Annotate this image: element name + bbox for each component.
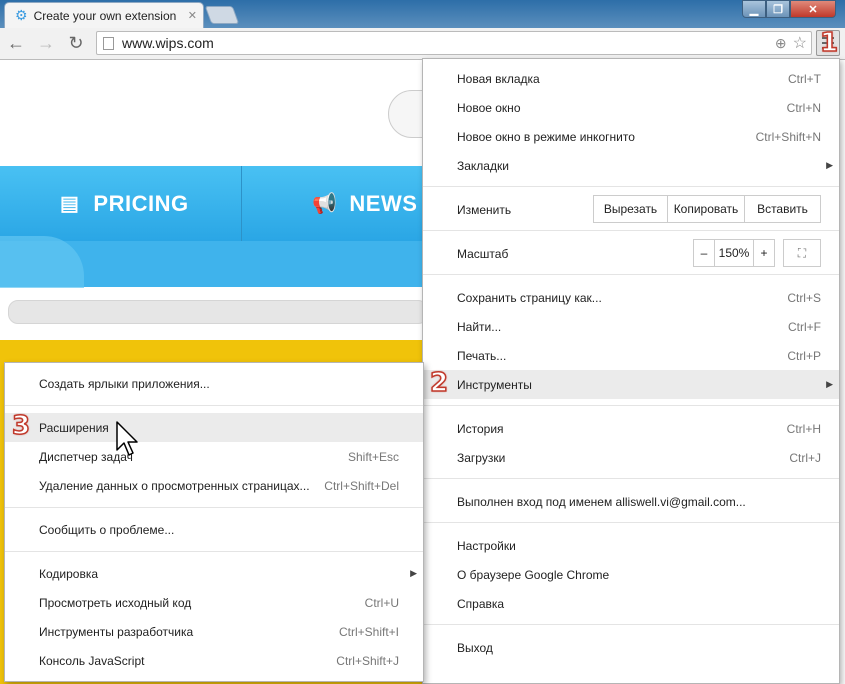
address-bar[interactable]: www.wips.com ⊕ ☆: [96, 31, 812, 55]
menu-divider: [423, 230, 839, 231]
menu-incognito[interactable]: Новое окно в режиме инкогнито Ctrl+Shift+…: [423, 122, 839, 151]
zoom-level: 150%: [714, 239, 754, 267]
submenu-extensions[interactable]: Расширения: [5, 413, 423, 442]
nav-pricing-label: PRICING: [93, 190, 189, 216]
megaphone-icon: 📢: [312, 193, 338, 215]
document-icon: ▤: [60, 193, 80, 215]
gear-icon: ⚙: [15, 7, 28, 23]
maximize-button[interactable]: ❐: [766, 0, 790, 18]
menu-about[interactable]: О браузере Google Chrome: [423, 560, 839, 589]
menu-find[interactable]: Найти... Ctrl+F: [423, 312, 839, 341]
menu-divider: [423, 274, 839, 275]
menu-history[interactable]: История Ctrl+H: [423, 414, 839, 443]
mouse-cursor-icon: [116, 421, 138, 456]
minimize-button[interactable]: ▁: [742, 0, 766, 18]
menu-print[interactable]: Печать... Ctrl+P: [423, 341, 839, 370]
menu-new-tab[interactable]: Новая вкладка Ctrl+T: [423, 64, 839, 93]
chevron-right-icon: ▶: [410, 568, 417, 578]
forward-button[interactable]: →: [34, 31, 58, 55]
nav-news[interactable]: 📢 NEWS: [312, 166, 417, 241]
menu-zoom-row: Масштаб – 150% + ⛶: [423, 239, 839, 268]
menu-save-page[interactable]: Сохранить страницу как... Ctrl+S: [423, 283, 839, 312]
menu-exit[interactable]: Выход: [423, 633, 839, 662]
menu-divider: [423, 478, 839, 479]
tools-submenu: Создать ярлыки приложения... Расширения …: [4, 362, 424, 682]
submenu-task-manager[interactable]: Диспетчер задач Shift+Esc: [5, 442, 423, 471]
submenu-js-console[interactable]: Консоль JavaScript Ctrl+Shift+J: [5, 646, 423, 675]
menu-divider: [5, 551, 423, 552]
menu-downloads[interactable]: Загрузки Ctrl+J: [423, 443, 839, 472]
tab-title: Create your own extension: [33, 8, 177, 23]
nav-news-label: NEWS: [349, 190, 418, 216]
menu-bookmarks[interactable]: Закладки ▶: [423, 151, 839, 180]
menu-help[interactable]: Справка: [423, 589, 839, 618]
menu-divider: [423, 405, 839, 406]
submenu-report-issue[interactable]: Сообщить о проблеме...: [5, 515, 423, 544]
copy-button[interactable]: Копировать: [667, 195, 745, 223]
progress-track: [8, 300, 428, 324]
step-2-badge: 2: [429, 367, 449, 399]
zoom-out-button[interactable]: –: [693, 239, 715, 267]
paste-button[interactable]: Вставить: [744, 195, 821, 223]
submenu-encoding[interactable]: Кодировка ▶: [5, 559, 423, 588]
page-icon: [103, 36, 114, 50]
zoom-label: Масштаб: [457, 246, 509, 261]
menu-tools[interactable]: Инструменты ▶: [423, 370, 839, 399]
chevron-right-icon: ▶: [826, 379, 833, 389]
bookmark-star-icon[interactable]: ☆: [793, 33, 807, 53]
step-3-badge: 3: [11, 410, 31, 442]
back-button[interactable]: ←: [4, 31, 28, 55]
close-window-button[interactable]: ✕: [790, 0, 836, 18]
cut-button[interactable]: Вырезать: [593, 195, 668, 223]
menu-edit-row: Изменить Вырезать Копировать Вставить: [423, 195, 839, 224]
chrome-main-menu: Новая вкладка Ctrl+T Новое окно Ctrl+N Нов…: [422, 58, 840, 684]
menu-divider: [423, 186, 839, 187]
chevron-right-icon: ▶: [826, 160, 833, 170]
zoom-in-button[interactable]: +: [753, 239, 775, 267]
zoom-icon[interactable]: ⊕: [775, 35, 787, 52]
browser-tab[interactable]: ⚙ Create your own extension ✕: [4, 2, 204, 28]
close-tab-icon[interactable]: ✕: [188, 9, 197, 22]
fullscreen-icon[interactable]: ⛶: [783, 239, 821, 267]
submenu-create-shortcuts[interactable]: Создать ярлыки приложения...: [5, 369, 423, 398]
menu-new-window[interactable]: Новое окно Ctrl+N: [423, 93, 839, 122]
menu-signed-in[interactable]: Выполнен вход под именем alliswell.vi@gm…: [423, 487, 839, 516]
edit-label: Изменить: [457, 202, 512, 217]
submenu-view-source[interactable]: Просмотреть исходный код Ctrl+U: [5, 588, 423, 617]
menu-divider: [423, 624, 839, 625]
menu-divider: [5, 507, 423, 508]
menu-divider: [5, 405, 423, 406]
reload-button[interactable]: ↻: [64, 31, 88, 55]
submenu-devtools[interactable]: Инструменты разработчика Ctrl+Shift+I: [5, 617, 423, 646]
nav-pricing[interactable]: ▤ PRICING: [60, 166, 189, 241]
step-1-badge: 1: [819, 27, 839, 59]
url-text: www.wips.com: [122, 35, 214, 51]
nav-divider: [241, 166, 242, 241]
menu-settings[interactable]: Настройки: [423, 531, 839, 560]
menu-divider: [423, 522, 839, 523]
submenu-clear-data[interactable]: Удаление данных о просмотренных страница…: [5, 471, 423, 500]
